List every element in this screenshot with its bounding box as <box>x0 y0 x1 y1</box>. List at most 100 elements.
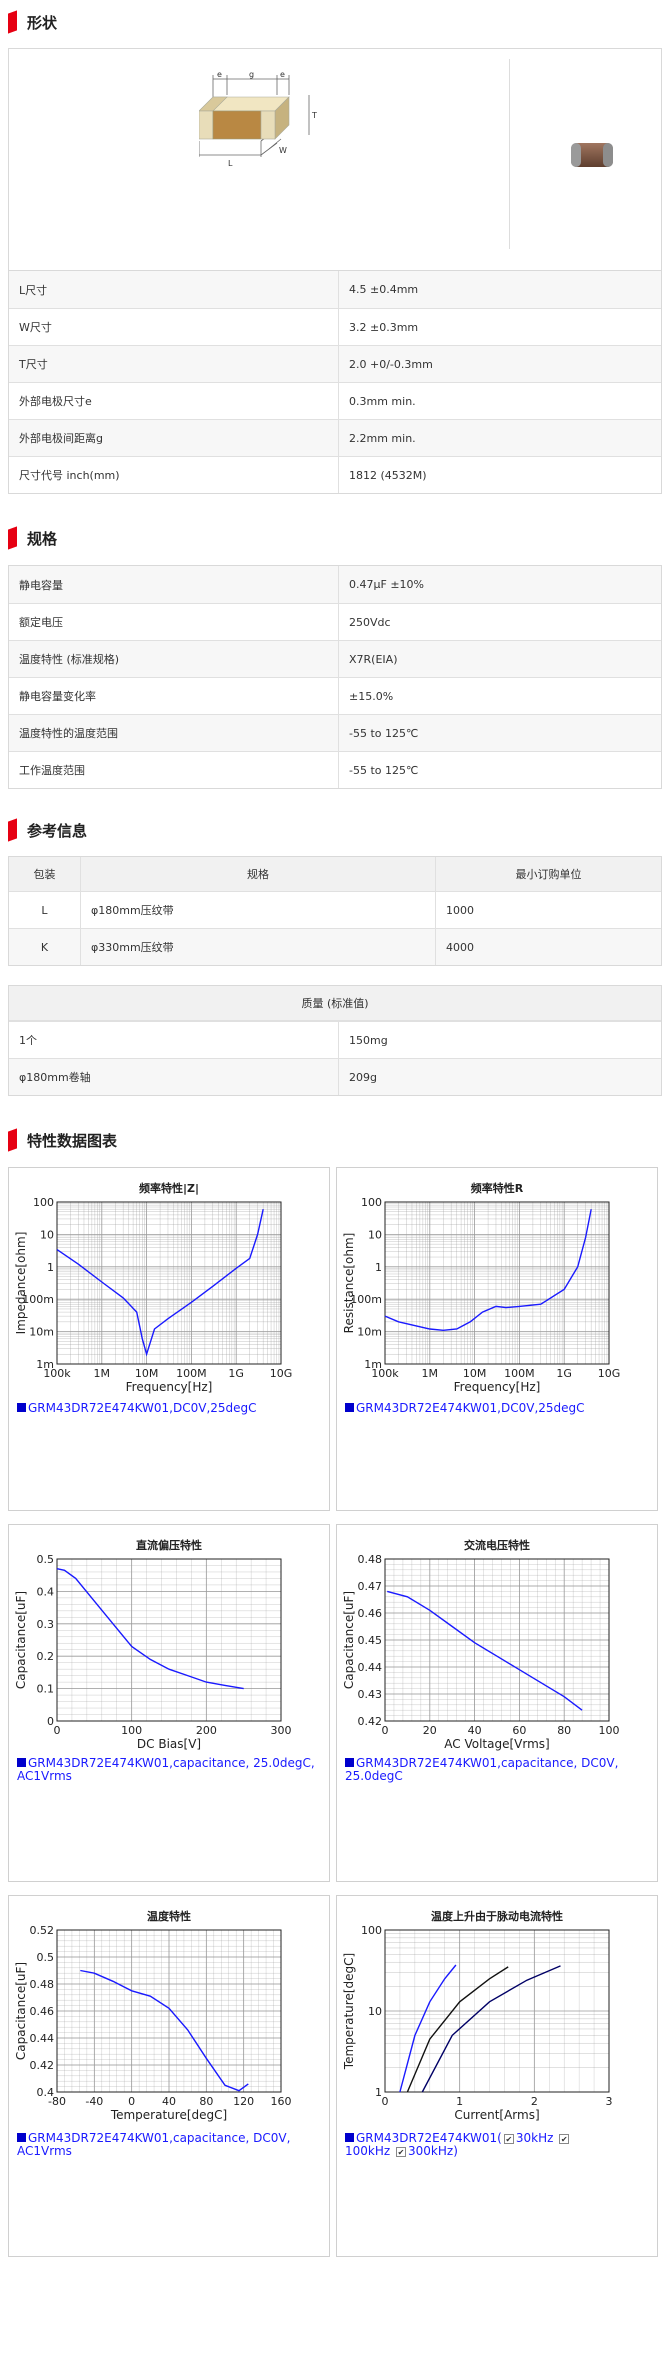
y-axis-label: Resistance[ohm] <box>342 1233 356 1334</box>
table-row: 外部电极间距离g 2.2mm min. <box>9 419 661 456</box>
row-label: 尺寸代号 inch(mm) <box>9 457 339 493</box>
y-tick-label: 10m <box>357 1326 382 1339</box>
chart-legend: GRM43DR72E474KW01,capacitance, DC0V, 25.… <box>345 1757 645 1783</box>
row-value: 2.2mm min. <box>349 431 416 445</box>
chart-legend: GRM43DR72E474KW01,DC0V,25degC <box>345 1402 585 1415</box>
table-row: 工作温度范围 -55 to 125℃ <box>9 751 661 788</box>
spec-table: 静电容量 0.47μF ±10% 额定电压 250Vdc 温度特性 (标准规格) X7… <box>8 565 662 789</box>
row-value: ±15.0% <box>349 689 394 703</box>
plot-area <box>385 1202 609 1364</box>
legend-swatch-icon <box>17 2133 26 2142</box>
dimension-diagram: e g e T L W <box>199 71 317 168</box>
y-tick-label: 0.43 <box>358 1688 383 1701</box>
table-row: 1个 150mg <box>9 1021 661 1058</box>
checkbox-30khz[interactable]: ✔ <box>503 2134 514 2144</box>
chart-legend: GRM43DR72E474KW01,capacitance, DC0V, AC1… <box>17 2132 317 2158</box>
legend-text: GRM43DR72E474KW01( <box>356 2131 502 2145</box>
x-tick-label: 10G <box>270 1367 293 1380</box>
legend-300khz: 300kHz) <box>408 2144 458 2158</box>
y-tick-label: 0.42 <box>358 1715 383 1728</box>
dim-label-W: W <box>279 146 287 155</box>
chart-legend: GRM43DR72E474KW01,DC0V,25degC <box>17 1402 257 1415</box>
x-tick-label: 10M <box>463 1367 487 1380</box>
y-tick-label: 0.4 <box>37 1585 55 1598</box>
legend-30khz: 30kHz <box>515 2131 554 2145</box>
y-axis-label: Capacitance[uF] <box>342 1591 356 1689</box>
x-tick-label: 1M <box>94 1367 111 1380</box>
row-value: 4.5 ±0.4mm <box>349 283 419 296</box>
y-tick-label: 10 <box>368 2005 382 2018</box>
y-tick-label: 1 <box>375 1261 382 1274</box>
y-tick-label: 0.52 <box>30 1924 55 1937</box>
y-tick-label: 0.45 <box>358 1634 383 1647</box>
order-table: 包装 规格 最小订购单位 L φ180mm压纹带 1000 K φ330mm压纹… <box>8 856 662 966</box>
chart-panel-ripple: 温度上升由于脉动电流特性 0 1 2 3 100 10 1 Current[Arms] Temp… <box>336 1895 658 2257</box>
legend-swatch-icon <box>17 1403 26 1412</box>
y-tick-label: 100 <box>33 1196 54 1209</box>
section-marker-icon <box>8 10 17 34</box>
row-label: 外部电极尺寸e <box>9 383 339 419</box>
x-tick-label: 10G <box>598 1367 621 1380</box>
y-tick-label: 0 <box>47 1715 54 1728</box>
x-tick-label: 100 <box>599 1724 620 1737</box>
resistance-chart: 100k 1M 10M 100M 1G 10G100101100m10m1mFrequen… <box>342 1196 621 1394</box>
section-marker-icon <box>8 818 17 842</box>
table-row: 温度特性 (标准规格) X7R(EIA) <box>9 640 661 677</box>
table-row: 尺寸代号 inch(mm) 1812 (4532M) <box>9 456 661 493</box>
x-tick-label: 1 <box>456 2095 463 2108</box>
shape-table: L尺寸 4.5 ±0.4mm W尺寸 3.2 ±0.3mm T尺寸 2.0 +0/-0… <box>8 270 662 494</box>
row-value: 3.2 ±0.3mm <box>349 320 419 334</box>
row-label: φ180mm卷轴 <box>9 1059 339 1095</box>
row-label: 1个 <box>9 1022 339 1058</box>
x-axis-label: Temperature[degC] <box>110 2108 227 2122</box>
x-tick-label: 20 <box>423 1724 437 1737</box>
legend-swatch-icon <box>17 1758 26 1767</box>
cell-spec: φ180mm压纹带 <box>81 892 436 928</box>
y-tick-label: 0.48 <box>358 1553 383 1566</box>
checkbox-100khz[interactable]: ✔ <box>559 2134 570 2144</box>
section-title-ref: 参考信息 <box>8 818 87 842</box>
cell-moq: 1000 <box>446 903 474 917</box>
row-label: 静电容量变化率 <box>9 678 339 714</box>
x-axis-label: Frequency[Hz] <box>126 1380 213 1394</box>
x-tick-label: -40 <box>85 2095 103 2108</box>
x-axis-label: DC Bias[V] <box>137 1737 201 1751</box>
chart-panel-impedance: 频率特性|Z| 100k 1M 10M 100M 1G 10G 100 10 1 100m 10m 1… <box>8 1167 330 1511</box>
header-pack: 包装 <box>9 857 81 891</box>
y-tick-label: 0.1 <box>37 1683 55 1696</box>
legend-text: GRM43DR72E474KW01,DC0V,25degC <box>28 1401 257 1415</box>
table-row: 静电容量 0.47μF ±10% <box>9 566 661 603</box>
checkbox-300khz[interactable]: ✔ <box>396 2147 407 2157</box>
x-tick-label: 200 <box>196 1724 217 1737</box>
y-tick-label: 0.5 <box>37 1553 55 1566</box>
x-tick-label: 100M <box>504 1367 535 1380</box>
table-row: L φ180mm压纹带 1000 <box>9 892 661 929</box>
x-tick-label: 60 <box>512 1724 526 1737</box>
legend-swatch-icon <box>345 2133 354 2142</box>
section-marker-icon <box>8 526 17 550</box>
legend-text: GRM43DR72E474KW01,capacitance, DC0V, 25.… <box>345 1756 619 1783</box>
mass-header: 质量 (标准值) <box>9 986 661 1021</box>
row-label: T尺寸 <box>9 346 339 382</box>
header-moq: 最小订购单位 <box>515 868 582 881</box>
x-tick-label: 100M <box>176 1367 207 1380</box>
x-tick-label: 100 <box>121 1724 142 1737</box>
plot-area <box>57 1202 281 1364</box>
table-header-row: 包装 规格 最小订购单位 <box>9 857 661 892</box>
y-tick-label: 0.46 <box>358 1607 383 1620</box>
chart-legend: GRM43DR72E474KW01(✔ 30kHz ✔ 100kHz ✔ 300kHz… <box>345 2132 645 2158</box>
x-tick-label: 40 <box>162 2095 176 2108</box>
y-tick-label: 10 <box>40 1228 54 1241</box>
cell-pack: K <box>9 929 81 965</box>
ac-voltage-chart: 0 20 40 60 80 100 0.48 0.47 0.46 0.45 0.44 0.43 0.42… <box>342 1553 620 1751</box>
section-title-spec-text: 规格 <box>27 529 58 548</box>
legend-100khz: 100kHz <box>345 2144 391 2158</box>
temperature-chart: -80 -40 0 40 80 120 1600.520.50.480.460.440.42… <box>14 1924 292 2122</box>
cell-moq: 4000 <box>446 940 474 954</box>
row-label: 静电容量 <box>9 566 339 603</box>
section-title-spec: 规格 <box>8 526 57 550</box>
y-tick-label: 0.5 <box>37 1951 55 1964</box>
legend-text: GRM43DR72E474KW01,DC0V,25degC <box>356 1401 585 1415</box>
x-tick-label: 0 <box>382 2095 389 2108</box>
row-value: 2.0 +0/-0.3mm <box>349 357 433 371</box>
